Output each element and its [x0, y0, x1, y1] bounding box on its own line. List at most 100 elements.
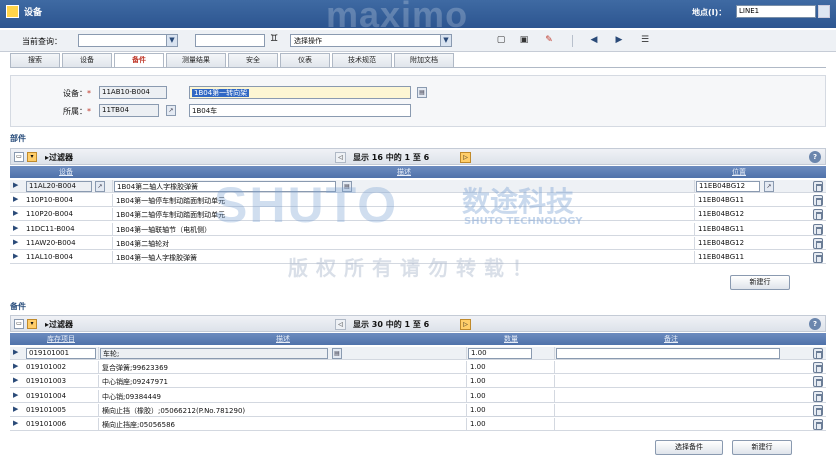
tab-search[interactable]: 搜索: [10, 53, 60, 68]
table-row[interactable]: ▶ 110P10-B004 1B04第一轴停车制动踏面制动单元 11EB04BG11: [10, 194, 826, 208]
trash-icon[interactable]: [813, 237, 823, 249]
column-header-description[interactable]: 描述: [100, 334, 466, 344]
column-header-item[interactable]: 库存项目: [24, 334, 98, 344]
quantity-cell[interactable]: 1.00: [468, 348, 532, 359]
column-header-asset[interactable]: 设备: [24, 167, 108, 177]
chevron-down-icon[interactable]: ▼: [166, 35, 177, 46]
asset-cell[interactable]: 11AL20-B004: [26, 181, 92, 192]
trash-icon[interactable]: [813, 181, 823, 192]
column-header-description[interactable]: 描述: [114, 167, 694, 177]
site-input[interactable]: LINE1: [736, 5, 816, 18]
detail-menu-icon[interactable]: ↗: [764, 181, 774, 192]
new-record-icon[interactable]: ▢: [494, 34, 508, 47]
previous-page-icon[interactable]: ◁: [335, 152, 346, 163]
tab-specifications[interactable]: 技术规范: [332, 53, 392, 68]
asset-field[interactable]: 11AB10-B004: [99, 86, 167, 99]
save-icon[interactable]: ▣: [517, 34, 531, 47]
description-cell: 1B04第一轴联轴节（电机侧）: [116, 225, 212, 234]
table-row[interactable]: ▶ 019101005 横向止挡（橡胶）;05066212(P.No.781290)…: [10, 403, 826, 417]
expand-row-icon[interactable]: ▶: [13, 405, 18, 413]
table-row[interactable]: ▶ 019101006 横向止挡座;05056586 1.00: [10, 418, 826, 431]
column-header-quantity[interactable]: 数量: [468, 334, 554, 344]
help-icon[interactable]: ?: [809, 151, 821, 163]
trash-icon[interactable]: [813, 376, 823, 388]
table-row[interactable]: ▶ 110P20-B004 1B04第二轴停车制动踏面制动单元 11EB04BG12: [10, 208, 826, 222]
previous-icon[interactable]: ◀: [587, 34, 601, 47]
parts-filter-toggle[interactable]: ▸过滤器: [45, 152, 73, 163]
long-description-icon[interactable]: ▤: [417, 87, 427, 98]
expand-row-icon[interactable]: ▶: [13, 362, 18, 370]
column-header-location[interactable]: 位置: [696, 167, 782, 177]
trash-icon[interactable]: [813, 390, 823, 402]
trash-icon[interactable]: [813, 362, 823, 374]
next-icon[interactable]: ▶: [612, 34, 626, 47]
long-description-icon[interactable]: ▤: [342, 181, 352, 192]
collapse-icon[interactable]: ▭: [14, 319, 24, 329]
table-row[interactable]: ▶ 11DC11-B004 1B04第一轴联轴节（电机侧） 11EB04BG11: [10, 222, 826, 236]
asset-description-field[interactable]: 1B04第一转向架: [189, 86, 411, 99]
description-cell[interactable]: 车轮;: [100, 348, 328, 359]
search-input[interactable]: [195, 34, 265, 47]
table-row[interactable]: ▶ 019101002 复合弹簧;99623369 1.00: [10, 361, 826, 375]
action-select[interactable]: 选择操作 ▼: [290, 34, 452, 47]
tab-spare-parts[interactable]: 备件: [114, 53, 164, 68]
download-icon[interactable]: ▾: [27, 319, 37, 329]
next-page-icon[interactable]: ▷: [460, 319, 471, 330]
spares-filter-toggle[interactable]: ▸过滤器: [45, 319, 73, 330]
expand-row-icon[interactable]: ▶: [13, 238, 18, 246]
trash-icon[interactable]: [813, 348, 823, 359]
trash-icon[interactable]: [813, 252, 823, 263]
table-row[interactable]: ▶ 11AL20-B004 ↗ 1B04第二轴人字橡胶弹簧 ▤ 11EB04BG12 ↗: [10, 180, 826, 193]
previous-page-icon[interactable]: ◁: [335, 319, 346, 330]
next-page-icon[interactable]: ▷: [460, 152, 471, 163]
detail-menu-icon[interactable]: ↗: [166, 105, 176, 116]
collapse-icon[interactable]: ▭: [14, 152, 24, 162]
select-spare-parts-button[interactable]: 选择备件: [655, 440, 723, 455]
location-cell: 11EB04BG11: [698, 253, 745, 261]
parts-new-row-button[interactable]: 新建行: [730, 275, 790, 290]
expand-row-icon[interactable]: ▶: [13, 224, 18, 232]
tab-meter-readings[interactable]: 测量结果: [166, 53, 226, 68]
tab-meters[interactable]: 仪表: [280, 53, 330, 68]
table-row[interactable]: ▶ 11AW20-B004 1B04第二轴轮对 11EB04BG12: [10, 236, 826, 250]
trash-icon[interactable]: [813, 195, 823, 207]
table-row[interactable]: ▶ 019101001 车轮; ▤ 1.00: [10, 347, 826, 360]
help-icon[interactable]: ?: [809, 318, 821, 330]
expand-row-icon[interactable]: ▶: [13, 376, 18, 384]
query-select[interactable]: ▼: [78, 34, 178, 47]
tab-attachments[interactable]: 附加文档: [394, 53, 454, 68]
parent-field[interactable]: 11TB04: [99, 104, 159, 117]
spares-new-row-button[interactable]: 新建行: [732, 440, 792, 455]
table-row[interactable]: ▶ 019101003 中心销座;09247971 1.00: [10, 375, 826, 389]
location-cell[interactable]: 11EB04BG12: [696, 181, 760, 192]
expand-row-icon[interactable]: ▶: [13, 391, 18, 399]
trash-icon[interactable]: [813, 404, 823, 416]
list-icon[interactable]: ☰: [638, 34, 652, 47]
column-header-remarks[interactable]: 备注: [556, 334, 786, 344]
trash-icon[interactable]: [813, 419, 823, 430]
trash-icon[interactable]: [813, 223, 823, 235]
description-cell[interactable]: 1B04第二轴人字橡胶弹簧: [114, 181, 336, 192]
item-cell[interactable]: 019101001: [26, 348, 96, 359]
expand-row-icon[interactable]: ▶: [13, 181, 18, 189]
expand-row-icon[interactable]: ▶: [13, 195, 18, 203]
detail-menu-icon[interactable]: ↗: [95, 181, 105, 192]
remarks-cell[interactable]: [556, 348, 780, 359]
binoculars-icon[interactable]: ♊: [270, 34, 278, 44]
trash-icon[interactable]: [813, 209, 823, 221]
chevron-down-icon[interactable]: ▼: [440, 35, 451, 46]
tab-asset[interactable]: 设备: [62, 53, 112, 68]
download-icon[interactable]: ▾: [27, 152, 37, 162]
long-description-icon[interactable]: ▤: [332, 348, 342, 359]
expand-row-icon[interactable]: ▶: [13, 419, 18, 427]
site-lookup-icon[interactable]: [818, 5, 830, 18]
parts-section-title: 部件: [10, 134, 26, 143]
tab-safety[interactable]: 安全: [228, 53, 278, 68]
expand-row-icon[interactable]: ▶: [13, 252, 18, 260]
clear-icon[interactable]: ✎: [542, 34, 556, 47]
expand-row-icon[interactable]: ▶: [13, 348, 18, 356]
parent-description-field[interactable]: 1B04车: [189, 104, 411, 117]
table-row[interactable]: ▶ 11AL10-B004 1B04第一轴人字橡胶弹簧 11EB04BG11: [10, 251, 826, 264]
table-row[interactable]: ▶ 019101004 中心销;09384449 1.00: [10, 389, 826, 403]
expand-row-icon[interactable]: ▶: [13, 209, 18, 217]
